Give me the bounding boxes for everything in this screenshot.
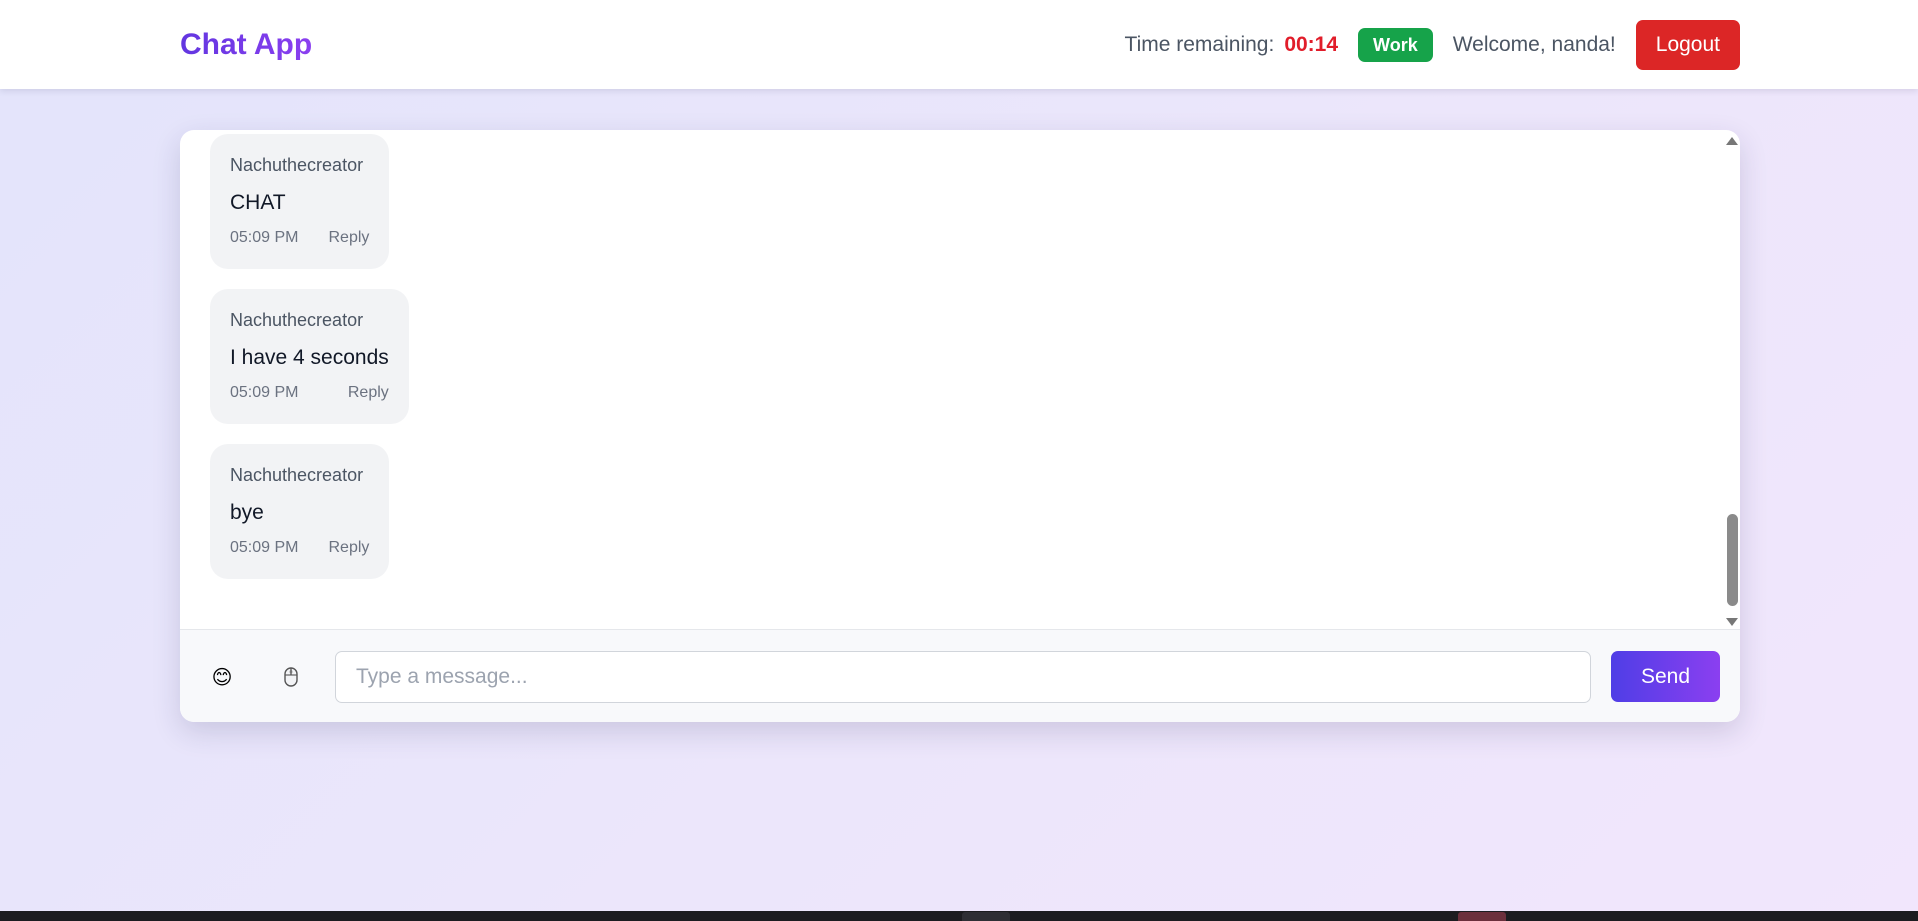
message-author: Nachuthecreator <box>230 465 364 485</box>
message-text: CHAT <box>230 191 286 214</box>
scroll-thumb[interactable] <box>1727 514 1738 606</box>
message-time: 05:09 PM <box>230 384 299 401</box>
message-text: I have 4 seconds <box>230 346 389 369</box>
message-meta: 05:09 PM Reply <box>230 538 369 558</box>
message-bubble: Nachuthecreator I have 4 seconds 05:09 P… <box>210 289 409 424</box>
timer-value: 00:14 <box>1284 33 1339 56</box>
message-time: 05:09 PM <box>230 539 299 556</box>
scroll-down-arrow-icon[interactable] <box>1726 618 1738 626</box>
message-scrollbar[interactable] <box>1722 130 1740 629</box>
mode-badge: Work <box>1358 28 1433 62</box>
mouse-icon[interactable] <box>276 661 306 693</box>
emoji-icon[interactable]: 😊 <box>206 661 238 693</box>
reply-button[interactable]: Reply <box>328 538 369 558</box>
message-composer: 😊 Send <box>180 629 1740 722</box>
message-meta: 05:09 PM Reply <box>230 228 369 248</box>
timer-label: Time remaining: <box>1124 33 1275 56</box>
taskbar-item[interactable] <box>1458 912 1506 921</box>
chat-panel: Nachuthecreator CHAT 05:09 PM Reply Nach… <box>180 130 1740 722</box>
message-list[interactable]: Nachuthecreator CHAT 05:09 PM Reply Nach… <box>180 130 1740 629</box>
message-time: 05:09 PM <box>230 229 299 246</box>
message-bubble: Nachuthecreator bye 05:09 PM Reply <box>210 444 390 579</box>
app-title: Chat App <box>180 28 313 61</box>
message-author: Nachuthecreator <box>230 155 364 175</box>
message-author: Nachuthecreator <box>230 310 364 330</box>
scroll-up-arrow-icon[interactable] <box>1726 137 1738 145</box>
message-input[interactable] <box>335 651 1591 703</box>
message-bubble: Nachuthecreator CHAT 05:09 PM Reply <box>210 134 390 269</box>
message-text: bye <box>230 501 264 524</box>
header-actions: Time remaining: 00:14 Work Welcome, nand… <box>1125 20 1740 70</box>
taskbar-item[interactable] <box>962 912 1010 921</box>
app-header: Chat App Time remaining: 00:14 Work Welc… <box>0 0 1918 89</box>
logout-button[interactable]: Logout <box>1635 20 1740 70</box>
welcome-text: Welcome, nanda! <box>1452 33 1616 56</box>
reply-button[interactable]: Reply <box>348 383 389 403</box>
send-button[interactable]: Send <box>1611 651 1720 702</box>
taskbar-strip <box>0 911 1918 921</box>
message-meta: 05:09 PM Reply <box>230 383 389 403</box>
reply-button[interactable]: Reply <box>328 228 369 248</box>
